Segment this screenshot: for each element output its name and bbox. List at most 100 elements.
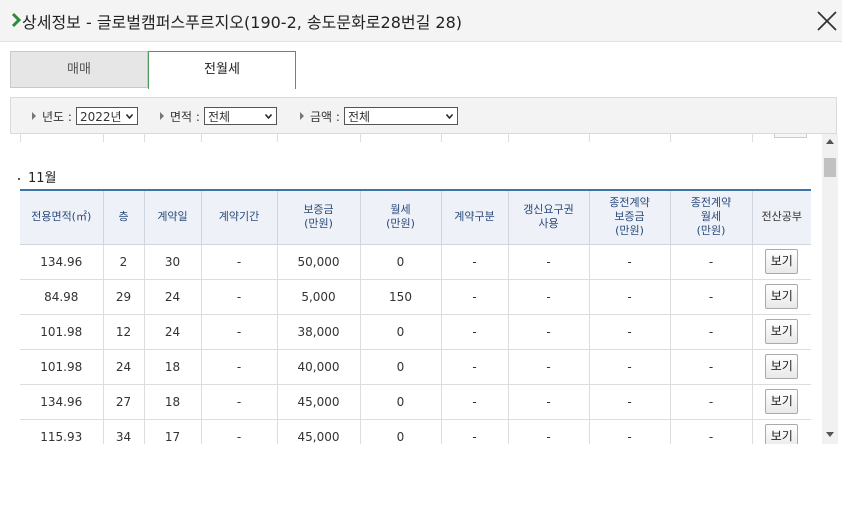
table-cell: 17 (144, 419, 202, 444)
table-cell: - (441, 244, 509, 280)
table-cell: - (508, 244, 590, 280)
column-header-text: (만원) (615, 224, 644, 238)
view-button[interactable]: 보기 (765, 389, 799, 414)
dialog-title: 상세정보 - 글로벌캠퍼스푸르지오(190-2, 송도문화로28번길 28) (22, 13, 463, 32)
view-button[interactable]: 보기 (765, 354, 799, 379)
column-header: 월세 (만원) (360, 190, 442, 245)
table-cell: 84.98 (20, 279, 104, 315)
year-label: 년도 : (42, 109, 72, 124)
table-cell: - (201, 314, 278, 350)
scroll-down-arrow-icon[interactable] (826, 432, 834, 437)
table-cell: - (589, 349, 671, 385)
table-cell: 34 (103, 419, 145, 444)
amount-label: 금액 : (310, 109, 340, 124)
column-header-text: (만원) (304, 217, 333, 231)
table-row: 101.98 12 24-38,000 0- - - - 보기 (20, 314, 811, 350)
tab-bar: 매매 전월세 (10, 51, 810, 89)
column-header: 보증금 (만원) (277, 190, 361, 245)
column-header-text: 전용면적(㎡) (31, 210, 92, 224)
column-header: 종전계약 보증금 (만원) (589, 190, 671, 245)
table-cell: 27 (103, 384, 145, 420)
table-cell-action: 보기 (752, 314, 811, 350)
chevron-down-icon (264, 114, 272, 120)
table-cell: 24 (144, 279, 202, 315)
close-icon[interactable] (815, 9, 839, 33)
table-row: 84.98 29 24-5,000 150- - - - 보기 (20, 279, 811, 315)
chevron-down-icon (125, 114, 133, 120)
table-cell: 101.98 (20, 349, 104, 385)
view-button[interactable]: 보기 (765, 249, 799, 274)
view-button[interactable]: 보기 (765, 424, 799, 444)
bullet-triangle-icon (32, 112, 36, 120)
view-button[interactable]: 보기 (765, 319, 799, 344)
bullet-dot-icon (18, 177, 20, 180)
column-header-text: 계약일 (157, 210, 188, 224)
bullet-triangle-icon (160, 112, 164, 120)
tab-rent[interactable]: 전월세 (148, 51, 296, 89)
month-heading: 11월 (18, 167, 57, 186)
amount-select[interactable]: 전체 (343, 107, 458, 125)
view-button[interactable]: 보기 (765, 284, 799, 309)
column-header: 갱신요구권 사용 (508, 190, 590, 245)
column-header-text: 종전계약 (690, 196, 732, 210)
table-cell: - (670, 419, 753, 444)
area-filter: 면적 : 전체 (160, 107, 277, 125)
year-select[interactable]: 2022년 (75, 107, 138, 125)
filter-bar: 년도 : 2022년 면적 : 전체 금액 : 전체 (10, 97, 837, 134)
chevron-down-icon (445, 114, 453, 120)
bullet-triangle-icon (300, 112, 304, 120)
column-header: 계약구분 (441, 190, 509, 245)
vertical-scrollbar[interactable] (822, 134, 838, 444)
area-select[interactable]: 전체 (203, 107, 277, 125)
column-header-text: 계약구분 (454, 210, 495, 224)
table-cell-action: 보기 (752, 384, 811, 420)
table-cell: 2 (103, 244, 145, 280)
table-cell: 0 (360, 244, 442, 280)
column-header-text: 계약기간 (218, 210, 260, 224)
table-row: 134.96 27 18-45,000 0- - - - 보기 (20, 384, 811, 420)
table-cell: - (201, 384, 278, 420)
table-cell: 134.96 (20, 384, 104, 420)
table-cell: 38,000 (277, 314, 361, 350)
table-cell: 115.93 (20, 419, 104, 444)
amount-select-value: 전체 (347, 109, 371, 124)
column-header-text: 보증금 (303, 203, 334, 217)
table-cell: - (508, 384, 590, 420)
table-cell: - (670, 349, 753, 385)
table-cell: - (508, 279, 590, 315)
column-header-text: (만원) (386, 217, 415, 231)
table-cell: - (589, 244, 671, 280)
table-cell: - (589, 279, 671, 315)
scroll-up-arrow-icon[interactable] (826, 139, 834, 144)
table-cell: - (508, 349, 590, 385)
table-cell: - (589, 384, 671, 420)
table-cell-action: 보기 (752, 349, 811, 385)
table-cell: - (670, 384, 753, 420)
column-header: 전용면적(㎡) (20, 190, 104, 245)
previous-table-row-fragment (20, 134, 821, 142)
tab-sale[interactable]: 매매 (10, 51, 148, 88)
column-header: 계약기간 (201, 190, 278, 245)
column-header-text: 층 (118, 210, 129, 224)
table-cell: - (508, 314, 590, 350)
table-cell: 45,000 (277, 384, 361, 420)
table-row: 101.98 24 18-40,000 0- - - - 보기 (20, 349, 811, 385)
column-header-text: 갱신요구권 (523, 203, 574, 217)
table-cell: - (670, 244, 753, 280)
column-header: 계약일 (144, 190, 202, 245)
year-select-value: 2022년 (79, 109, 122, 124)
column-header-text: 보증금 (614, 210, 645, 224)
table-cell: 0 (360, 384, 442, 420)
table-row: 115.93 34 17-45,000 0- - - - 보기 (20, 419, 811, 444)
view-button-partial[interactable] (774, 134, 807, 138)
column-header-text: 종전계약 (609, 196, 650, 210)
table-cell-action: 보기 (752, 244, 811, 280)
table-cell-action: 보기 (752, 279, 811, 315)
scrollbar-thumb[interactable] (824, 158, 836, 177)
table-cell: - (201, 419, 278, 444)
table-cell: - (441, 419, 509, 444)
year-filter: 년도 : 2022년 (32, 107, 138, 125)
table-cell: 0 (360, 419, 442, 444)
table-cell: - (670, 314, 753, 350)
table-cell: - (589, 314, 671, 350)
